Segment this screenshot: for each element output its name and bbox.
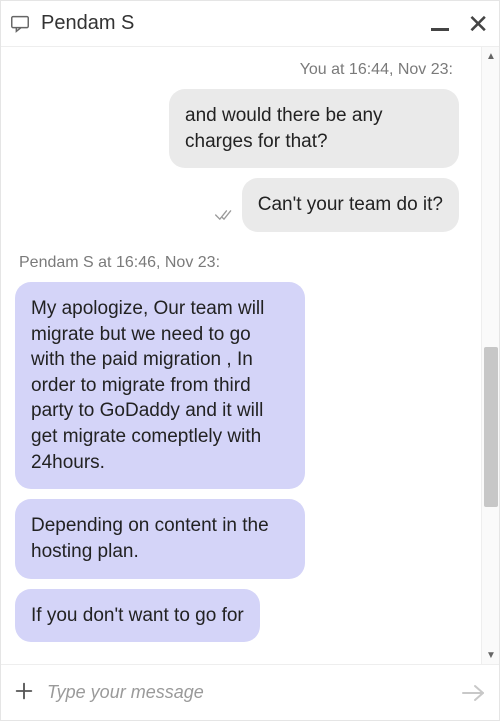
window-controls: ✕ <box>431 11 489 37</box>
scroll-down-button[interactable]: ▼ <box>482 646 500 664</box>
read-receipt-icon <box>214 208 234 222</box>
message-row: My apologize, Our team will migrate but … <box>15 282 459 489</box>
chat-window: Pendam S ✕ You at 16:44, Nov 23: and wou… <box>0 0 500 721</box>
chat-title: Pendam S <box>41 12 431 35</box>
timestamp-outgoing: You at 16:44, Nov 23: <box>15 61 453 79</box>
minimize-button[interactable] <box>431 13 449 35</box>
scroll-up-button[interactable]: ▲ <box>482 47 500 65</box>
composer <box>1 664 499 720</box>
message-input[interactable] <box>47 682 449 703</box>
message-bubble-incoming: If you don't want to go for <box>15 589 260 643</box>
scrollbar[interactable]: ▲ ▼ <box>481 47 499 664</box>
attach-button[interactable] <box>13 679 35 707</box>
send-button[interactable] <box>461 683 487 703</box>
message-row: Can't your team do it? <box>15 178 459 232</box>
message-bubble-outgoing: Can't your team do it? <box>242 178 459 232</box>
message-row: Depending on content in the hosting plan… <box>15 499 459 578</box>
scroll-thumb[interactable] <box>484 347 498 507</box>
message-row: and would there be any charges for that? <box>15 89 459 168</box>
titlebar: Pendam S ✕ <box>1 1 499 47</box>
messages-area: You at 16:44, Nov 23: and would there be… <box>1 47 499 664</box>
message-bubble-incoming: Depending on content in the hosting plan… <box>15 499 305 578</box>
message-row: If you don't want to go for <box>15 589 459 643</box>
chat-icon <box>9 13 31 35</box>
close-button[interactable]: ✕ <box>467 11 489 37</box>
message-bubble-outgoing: and would there be any charges for that? <box>169 89 459 168</box>
messages-list: You at 16:44, Nov 23: and would there be… <box>1 47 481 664</box>
message-bubble-incoming: My apologize, Our team will migrate but … <box>15 282 305 489</box>
timestamp-incoming: Pendam S at 16:46, Nov 23: <box>19 254 459 272</box>
